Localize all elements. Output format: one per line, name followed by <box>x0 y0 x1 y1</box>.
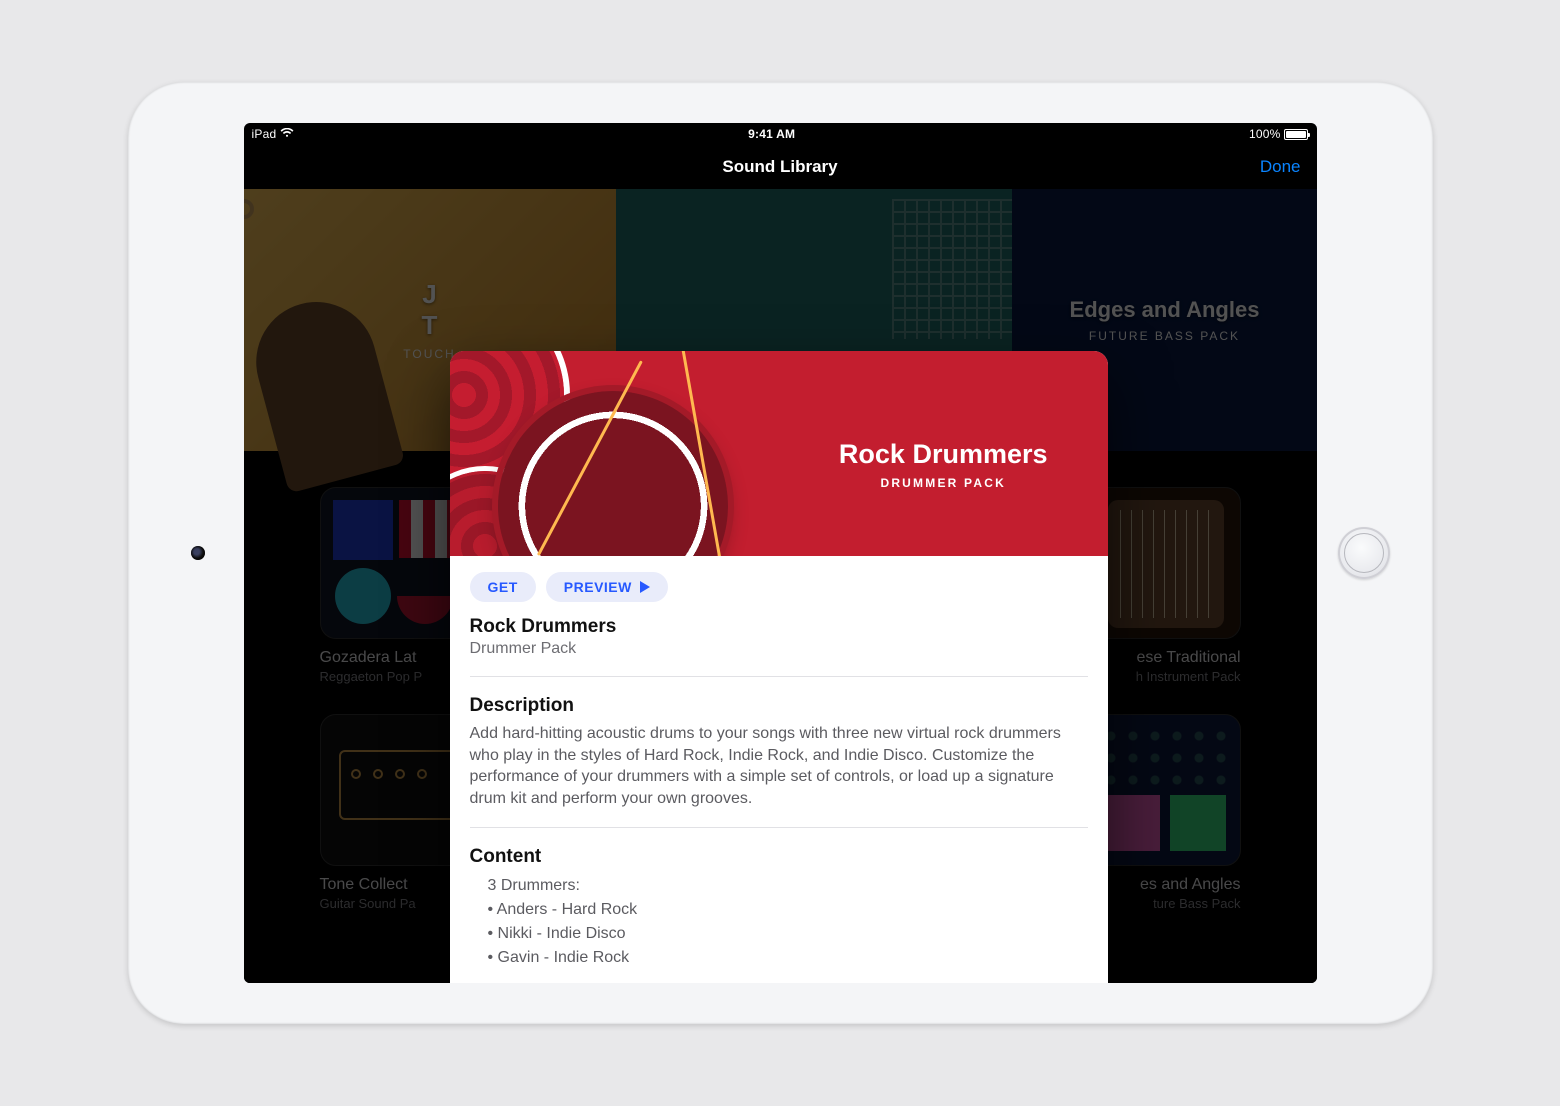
divider <box>470 827 1088 828</box>
modal-pack-subtitle: Drummer Pack <box>470 640 1088 658</box>
modal-hero: Rock Drummers DRUMMER PACK <box>450 351 1108 556</box>
done-button[interactable]: Done <box>1260 157 1301 177</box>
description-header: Description <box>470 695 1088 717</box>
hero-subtitle: DRUMMER PACK <box>839 476 1048 490</box>
get-button[interactable]: GET <box>470 572 536 602</box>
status-bar: iPad 9:41 AM 100% <box>244 123 1317 145</box>
device-label: iPad <box>252 127 277 141</box>
list-item: • Gavin - Indie Rock <box>488 946 1088 970</box>
library-content: J T TOUCH Edges and Angles FUTURE BASS P… <box>244 189 1317 983</box>
battery-icon <box>1284 129 1308 140</box>
list-item: 3 Drummers: <box>470 874 1088 898</box>
preview-label: PREVIEW <box>564 579 632 595</box>
pack-detail-modal: Rock Drummers DRUMMER PACK GET PREVIEW <box>450 351 1108 983</box>
hero-title: Rock Drummers <box>839 439 1048 470</box>
nav-bar: Sound Library Done <box>244 145 1317 189</box>
home-button[interactable] <box>1338 527 1390 579</box>
play-icon <box>640 581 650 593</box>
camera-dot <box>191 546 205 560</box>
clock: 9:41 AM <box>748 127 795 141</box>
content-header: Content <box>470 846 1088 868</box>
content-list: 3 Drummers: • Anders - Hard Rock • Nikki… <box>470 874 1088 983</box>
wifi-icon <box>280 127 294 141</box>
screen: iPad 9:41 AM 100% Sound Library Done <box>244 123 1317 983</box>
divider <box>470 676 1088 677</box>
battery-percent: 100% <box>1249 127 1281 141</box>
list-item: • Anders - Hard Rock <box>488 898 1088 922</box>
modal-pack-title: Rock Drummers <box>470 616 1088 638</box>
preview-button[interactable]: PREVIEW <box>546 572 668 602</box>
get-label: GET <box>488 579 518 595</box>
page-title: Sound Library <box>722 157 837 177</box>
list-item: • Nikki - Indie Disco <box>488 922 1088 946</box>
ipad-device-frame: iPad 9:41 AM 100% Sound Library Done <box>128 82 1433 1024</box>
description-text: Add hard-hitting acoustic drums to your … <box>470 723 1088 809</box>
